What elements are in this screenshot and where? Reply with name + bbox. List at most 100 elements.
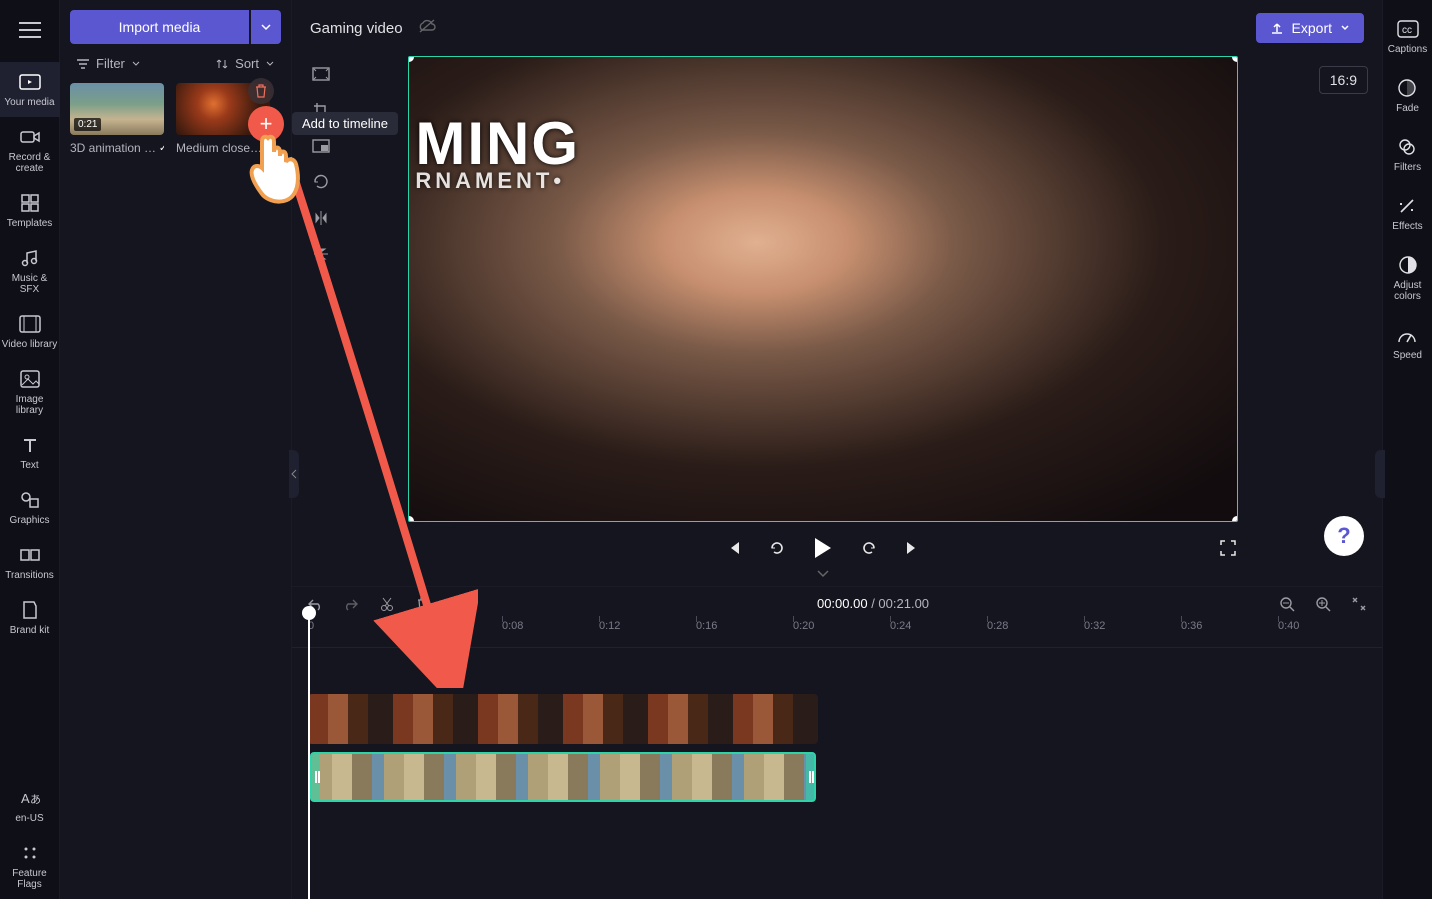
chevron-down-icon — [1340, 23, 1350, 33]
check-icon: ✓ — [159, 143, 164, 154]
nav-lang[interactable]: Aあ en-US — [0, 778, 60, 833]
clip-trim-handle[interactable] — [806, 754, 814, 800]
brandkit-icon — [19, 599, 41, 621]
preview-overlay-text: MINGRNAMENT• — [415, 117, 580, 191]
captions-icon: cc — [1397, 18, 1419, 40]
redo-icon[interactable] — [342, 595, 360, 613]
project-title[interactable]: Gaming video — [310, 20, 403, 37]
record-icon — [19, 126, 41, 148]
fullscreen-icon[interactable] — [1218, 538, 1238, 558]
sort-link[interactable]: Sort — [215, 56, 275, 71]
media-item[interactable]: 0:21 3D animation …✓ — [70, 83, 164, 155]
templates-icon — [19, 192, 41, 214]
rewind-icon[interactable] — [767, 538, 787, 558]
nav-music[interactable]: Music & SFX — [0, 238, 60, 304]
ruler-tick: 0:36 — [1181, 620, 1202, 632]
left-rail: Your media Record & create Templates Mus… — [0, 0, 60, 899]
rotate-icon[interactable] — [311, 172, 331, 192]
timeline-ruler[interactable]: 00:040:080:120:160:200:240:280:320:360:4… — [292, 620, 1382, 648]
nav-templates[interactable]: Templates — [0, 183, 60, 238]
delete-icon[interactable] — [414, 595, 432, 613]
help-button[interactable]: ? — [1324, 516, 1364, 556]
inspector-filters[interactable]: Filters — [1394, 132, 1421, 177]
media-icon — [19, 71, 41, 93]
zoom-out-icon[interactable] — [1278, 595, 1296, 613]
cloud-off-icon — [417, 18, 437, 38]
video-lib-icon — [19, 313, 41, 335]
forward-icon[interactable] — [859, 538, 879, 558]
ruler-tick: 0:40 — [1278, 620, 1299, 632]
media-thumbnail[interactable]: 0:21 — [70, 83, 164, 135]
clip-trim-handle[interactable] — [312, 754, 320, 800]
chevron-down-icon — [131, 59, 141, 69]
chevron-down-icon — [265, 59, 275, 69]
upload-icon — [1270, 21, 1284, 35]
trash-icon[interactable] — [248, 78, 274, 104]
resize-handle[interactable] — [1232, 56, 1238, 62]
panel-collapse-handle[interactable] — [289, 450, 299, 498]
transitions-icon — [19, 544, 41, 566]
resize-handle[interactable] — [1232, 516, 1238, 522]
ruler-tick: 0:28 — [987, 620, 1008, 632]
skip-end-icon[interactable] — [903, 538, 923, 558]
fit-icon[interactable] — [311, 64, 331, 84]
skip-start-icon[interactable] — [723, 538, 743, 558]
graphics-icon — [19, 489, 41, 511]
timecode: 00:00.00 / 00:21.00 — [486, 596, 1260, 611]
filter-icon — [76, 58, 90, 70]
ruler-tick: 0:24 — [890, 620, 911, 632]
image-lib-icon — [19, 368, 41, 390]
nav-flags[interactable]: Feature Flags — [0, 833, 60, 899]
preview-tool-strip — [306, 56, 336, 264]
nav-brandkit[interactable]: Brand kit — [0, 590, 60, 645]
nav-graphics[interactable]: Graphics — [0, 480, 60, 535]
flip-h-icon[interactable] — [311, 208, 331, 228]
svg-text:あ: あ — [30, 793, 40, 806]
ruler-tick: 0:04 — [405, 620, 426, 632]
export-button[interactable]: Export — [1256, 13, 1364, 43]
timeline-tracks[interactable] — [292, 648, 1382, 690]
playhead[interactable] — [308, 614, 310, 899]
play-button[interactable] — [815, 538, 831, 558]
text-icon — [19, 434, 41, 456]
nav-video-lib[interactable]: Video library — [0, 304, 60, 359]
nav-transitions[interactable]: Transitions — [0, 535, 60, 590]
cursor-annotation — [238, 128, 308, 218]
inspector-collapse-handle[interactable] — [1375, 450, 1385, 498]
import-dropdown-button[interactable] — [251, 10, 281, 44]
inspector-captions[interactable]: ccCaptions — [1388, 14, 1427, 59]
media-name-label: 3D animation … — [70, 141, 156, 155]
aspect-ratio-button[interactable]: 16:9 — [1319, 66, 1368, 94]
flip-v-icon[interactable] — [311, 244, 331, 264]
collapse-preview-handle[interactable] — [408, 568, 1238, 582]
filters-icon — [1396, 136, 1418, 158]
filter-link[interactable]: Filter — [76, 56, 141, 71]
inspector-fade[interactable]: Fade — [1396, 73, 1419, 118]
inspector-adjust[interactable]: Adjust colors — [1383, 250, 1432, 306]
timeline-clip-selected[interactable] — [310, 752, 816, 802]
nav-image-lib[interactable]: Image library — [0, 359, 60, 425]
sort-icon — [215, 58, 229, 70]
ruler-tick: 0:32 — [1084, 620, 1105, 632]
import-button[interactable]: Import media — [70, 10, 249, 44]
pip-icon[interactable] — [311, 136, 331, 156]
ruler-tick: 0:08 — [502, 620, 523, 632]
cut-icon[interactable] — [378, 595, 396, 613]
nav-your-media[interactable]: Your media — [0, 62, 60, 117]
inspector-effects[interactable]: Effects — [1392, 191, 1422, 236]
timeline-toolbar: 00:00.00 / 00:21.00 — [292, 586, 1382, 620]
split-icon[interactable] — [450, 595, 468, 613]
menu-button[interactable] — [10, 10, 50, 50]
adjust-icon — [1397, 254, 1419, 276]
speed-icon — [1396, 324, 1418, 346]
lang-icon: Aあ — [19, 787, 41, 809]
timeline-clip[interactable] — [308, 694, 818, 744]
nav-text[interactable]: Text — [0, 425, 60, 480]
nav-record[interactable]: Record & create — [0, 117, 60, 183]
zoom-in-icon[interactable] — [1314, 595, 1332, 613]
ruler-tick: 0:12 — [599, 620, 620, 632]
preview-stage[interactable]: MINGRNAMENT• — [408, 56, 1238, 522]
fit-timeline-icon[interactable] — [1350, 595, 1368, 613]
inspector-speed[interactable]: Speed — [1393, 320, 1422, 365]
flags-icon — [19, 842, 41, 864]
